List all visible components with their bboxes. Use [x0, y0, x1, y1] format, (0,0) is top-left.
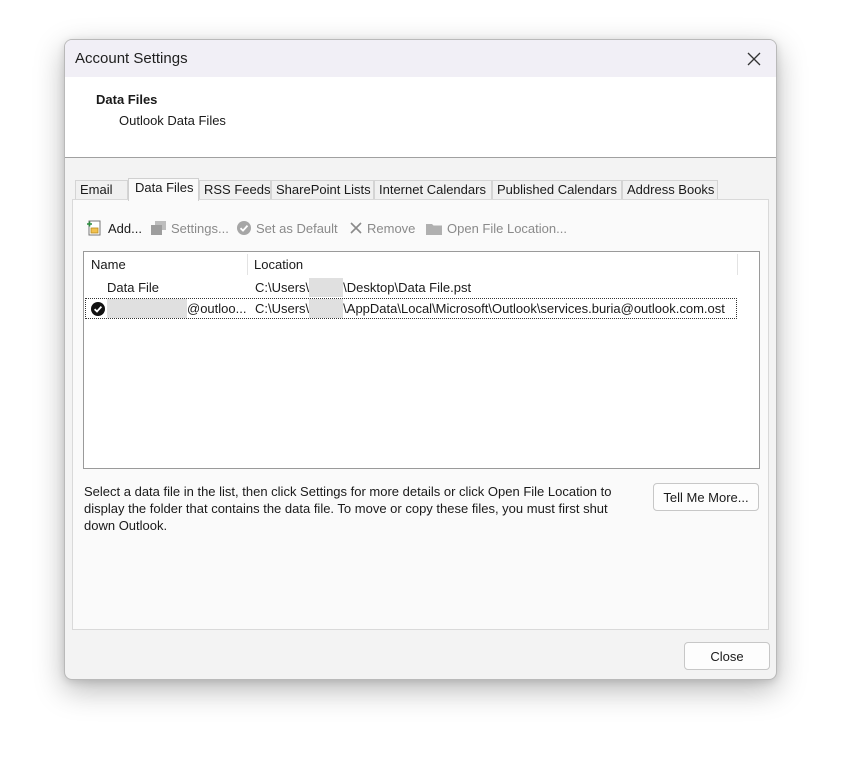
- default-checkmark-icon: [91, 302, 105, 316]
- column-header-location[interactable]: Location: [247, 252, 737, 277]
- list-row[interactable]: Data File C:\Users\ \Desktop\Data File.ps…: [85, 278, 737, 299]
- remove-label: Remove: [367, 220, 416, 236]
- location-prefix: C:\Users\: [255, 280, 310, 295]
- tab-sharepoint-lists[interactable]: SharePoint Lists: [271, 180, 374, 200]
- set-as-default-button[interactable]: Set as Default: [236, 218, 338, 238]
- tab-published-calendars[interactable]: Published Calendars: [492, 180, 622, 200]
- open-file-location-button[interactable]: Open File Location...: [425, 218, 567, 238]
- check-circle-icon: [237, 221, 251, 235]
- info-text: Select a data file in the list, then cli…: [84, 484, 612, 533]
- title-bar[interactable]: Account Settings: [65, 40, 776, 77]
- add-button[interactable]: Add...: [86, 218, 142, 238]
- tab-rss-feeds[interactable]: RSS Feeds: [199, 180, 271, 200]
- row-location: C:\Users\ \Desktop\Data File.pst: [255, 278, 735, 298]
- open-file-location-label: Open File Location...: [447, 220, 567, 236]
- add-label: Add...: [108, 220, 142, 236]
- name-suffix: @outloo...: [187, 301, 247, 316]
- settings-button[interactable]: Settings...: [150, 218, 229, 238]
- remove-button[interactable]: Remove: [349, 218, 415, 238]
- list-header: Name Location: [84, 252, 759, 277]
- set-as-default-label: Set as Default: [256, 220, 338, 236]
- header-title: Data Files: [96, 92, 158, 107]
- location-suffix: \AppData\Local\Microsoft\Outlook\service…: [343, 301, 725, 316]
- tell-me-more-button[interactable]: Tell Me More...: [653, 483, 759, 511]
- remove-x-icon: [350, 222, 362, 234]
- dialog-header: Data Files Outlook Data Files: [65, 77, 776, 158]
- account-settings-dialog: Account Settings Data Files Outlook Data…: [64, 39, 777, 680]
- tab-data-files[interactable]: Data Files: [128, 178, 199, 201]
- header-subtitle: Outlook Data Files: [119, 113, 226, 128]
- row-name: @outloo...: [107, 299, 248, 319]
- redacted-username: [309, 299, 344, 318]
- redacted-email-name: [107, 299, 187, 318]
- location-suffix: \Desktop\Data File.pst: [343, 280, 472, 295]
- tab-address-books[interactable]: Address Books: [622, 180, 718, 200]
- add-data-file-icon: [87, 220, 101, 236]
- data-files-panel: Add... Settings... Set as Default Remove…: [72, 199, 769, 630]
- list-row-default[interactable]: @outloo... C:\Users\ \AppData\Local\Micro…: [85, 298, 737, 319]
- column-header-name[interactable]: Name: [84, 252, 247, 277]
- close-window-button[interactable]: [732, 40, 776, 77]
- window-title: Account Settings: [75, 50, 188, 67]
- row-name: Data File: [107, 280, 160, 295]
- location-prefix: C:\Users\: [255, 301, 310, 316]
- data-files-list[interactable]: Name Location Data File C:\Users\ \Deskto…: [83, 251, 760, 469]
- redacted-username: [309, 278, 344, 297]
- tab-email[interactable]: Email: [75, 180, 128, 200]
- settings-label: Settings...: [171, 220, 229, 236]
- row-location: C:\Users\ \AppData\Local\Microsoft\Outloo…: [255, 299, 737, 319]
- settings-icon: [151, 221, 166, 235]
- column-separator[interactable]: [737, 254, 738, 275]
- close-button[interactable]: Close: [684, 642, 770, 670]
- close-icon: [747, 52, 761, 65]
- folder-icon: [426, 223, 442, 235]
- tab-internet-calendars[interactable]: Internet Calendars: [374, 180, 492, 200]
